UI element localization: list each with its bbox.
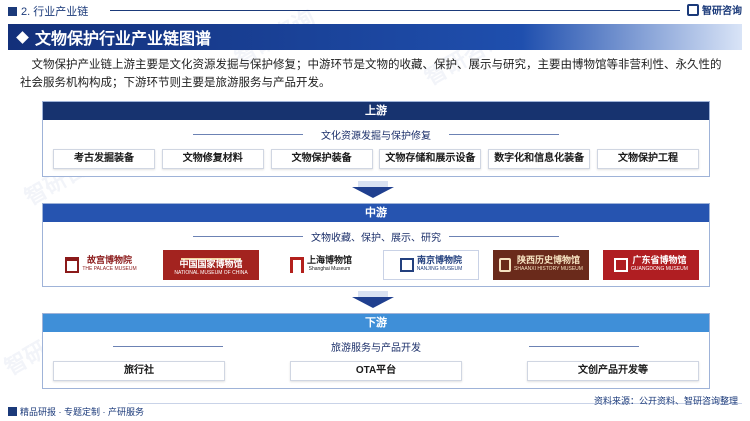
nanjing-museum-logo: 南京博物院 NANJING MUSEUM <box>383 250 479 280</box>
museum-name-en: GUANGDONG MUSEUM <box>631 266 688 272</box>
upstream-item: 考古发掘装备 <box>53 149 155 169</box>
brand-logo: 智研咨询 <box>687 2 742 17</box>
downstream-items: 旅行社 OTA平台 文创产品开发等 <box>43 361 709 381</box>
national-museum-logo: 中国国家博物馆 NATIONAL MUSEUM OF CHINA <box>163 250 259 280</box>
guangdong-museum-logo: 广东省博物馆 GUANGDONG MUSEUM <box>603 250 699 280</box>
museum-name: 广东省博物馆 <box>632 255 687 265</box>
section-label: 2. 行业产业链 <box>8 3 88 19</box>
downstream-item: 旅行社 <box>53 361 225 381</box>
museum-mark-icon <box>399 258 414 272</box>
upstream-subtitle: 文化资源发掘与保护修复 <box>321 131 431 142</box>
upstream-item: 文物存储和展示设备 <box>379 149 482 169</box>
title-banner: 文物保护行业产业链图谱 <box>8 24 742 50</box>
museum-name-en: THE PALACE MUSEUM <box>82 266 137 272</box>
intro-paragraph: 文物保护产业链上游主要是文化资源发掘与保护修复；中游环节是文物的收藏、保护、展示… <box>20 59 722 89</box>
top-bar: 2. 行业产业链 智研咨询 <box>0 0 750 20</box>
shaanxi-museum-logo: 陕西历史博物馆 SHAANXI HISTORY MUSEUM <box>493 250 589 280</box>
upstream-item: 文物保护装备 <box>270 149 373 169</box>
gate-icon <box>65 257 80 273</box>
divider <box>449 134 559 135</box>
footer: 精品研报 · 专题定制 · 产研服务 资料来源：公开资料、智研咨询整理 <box>8 396 742 418</box>
museum-name: 上海博物馆 <box>306 255 352 265</box>
downstream-item: 文创产品开发等 <box>527 361 699 381</box>
palace-museum-logo: 故宫博物院 THE PALACE MUSEUM <box>53 250 149 280</box>
source-note: 资料来源：公开资料、智研咨询整理 <box>593 396 738 406</box>
downstream-heading: 下游 <box>43 314 709 332</box>
page-title: 文物保护行业产业链图谱 <box>35 31 212 48</box>
divider <box>529 346 639 347</box>
museum-name-en: NANJING MUSEUM <box>416 266 463 272</box>
downstream-section: 下游 旅游服务与产品开发 旅行社 OTA平台 文创产品开发等 <box>42 313 710 389</box>
museum-logos: 故宫博物院 THE PALACE MUSEUM 中国国家博物馆 NATIONAL M… <box>43 250 709 280</box>
downstream-subtitle-row: 旅游服务与产品开发 <box>43 336 709 356</box>
museum-name: 故宫博物院 <box>86 255 132 265</box>
downstream-item: OTA平台 <box>290 361 462 381</box>
diamond-icon <box>16 30 29 44</box>
footer-tagline: 精品研报 · 专题定制 · 产研服务 <box>8 405 144 418</box>
museum-mark-icon <box>289 257 304 273</box>
divider <box>449 236 559 237</box>
divider <box>110 10 680 11</box>
brand-icon <box>8 407 17 416</box>
midstream-section: 中游 文物收藏、保护、展示、研究 故宫博物院 THE PALACE MUSEUM … <box>42 203 710 287</box>
museum-name: 南京博物院 <box>416 255 462 265</box>
down-arrow-icon <box>352 291 394 311</box>
square-icon <box>8 6 17 16</box>
museum-name-en: NATIONAL MUSEUM OF CHINA <box>174 270 248 276</box>
midstream-subtitle-row: 文物收藏、保护、展示、研究 <box>43 226 709 246</box>
museum-name-en: SHAANXI HISTORY MUSEUM <box>514 266 583 272</box>
upstream-section: 上游 文化资源发掘与保护修复 考古发掘装备 文物修复材料 文物保护装备 文物存储… <box>42 101 710 177</box>
midstream-heading: 中游 <box>43 204 709 222</box>
footer-tagline-text: 精品研报 · 专题定制 · 产研服务 <box>20 407 144 417</box>
upstream-item: 文物保护工程 <box>596 149 699 169</box>
museum-mark-icon <box>614 258 629 272</box>
section-label-text: 2. 行业产业链 <box>21 6 89 18</box>
shanghai-museum-logo: 上海博物馆 Shanghai Museum <box>273 250 369 280</box>
brand-icon <box>687 3 699 16</box>
museum-mark-icon <box>499 258 512 272</box>
brand-name: 智研咨询 <box>702 6 742 17</box>
upstream-subtitle-row: 文化资源发掘与保护修复 <box>43 124 709 144</box>
upstream-heading: 上游 <box>43 102 709 120</box>
upstream-item: 数字化和信息化装备 <box>488 149 591 169</box>
museum-name: 中国国家博物馆 <box>179 259 243 269</box>
museum-name-en: Shanghai Museum <box>308 266 351 272</box>
midstream-subtitle: 文物收藏、保护、展示、研究 <box>311 233 441 244</box>
museum-name: 陕西历史博物馆 <box>516 255 580 265</box>
upstream-item: 文物修复材料 <box>161 149 264 169</box>
down-arrow-icon <box>352 181 394 201</box>
upstream-items: 考古发掘装备 文物修复材料 文物保护装备 文物存储和展示设备 数字化和信息化装备… <box>43 149 709 169</box>
